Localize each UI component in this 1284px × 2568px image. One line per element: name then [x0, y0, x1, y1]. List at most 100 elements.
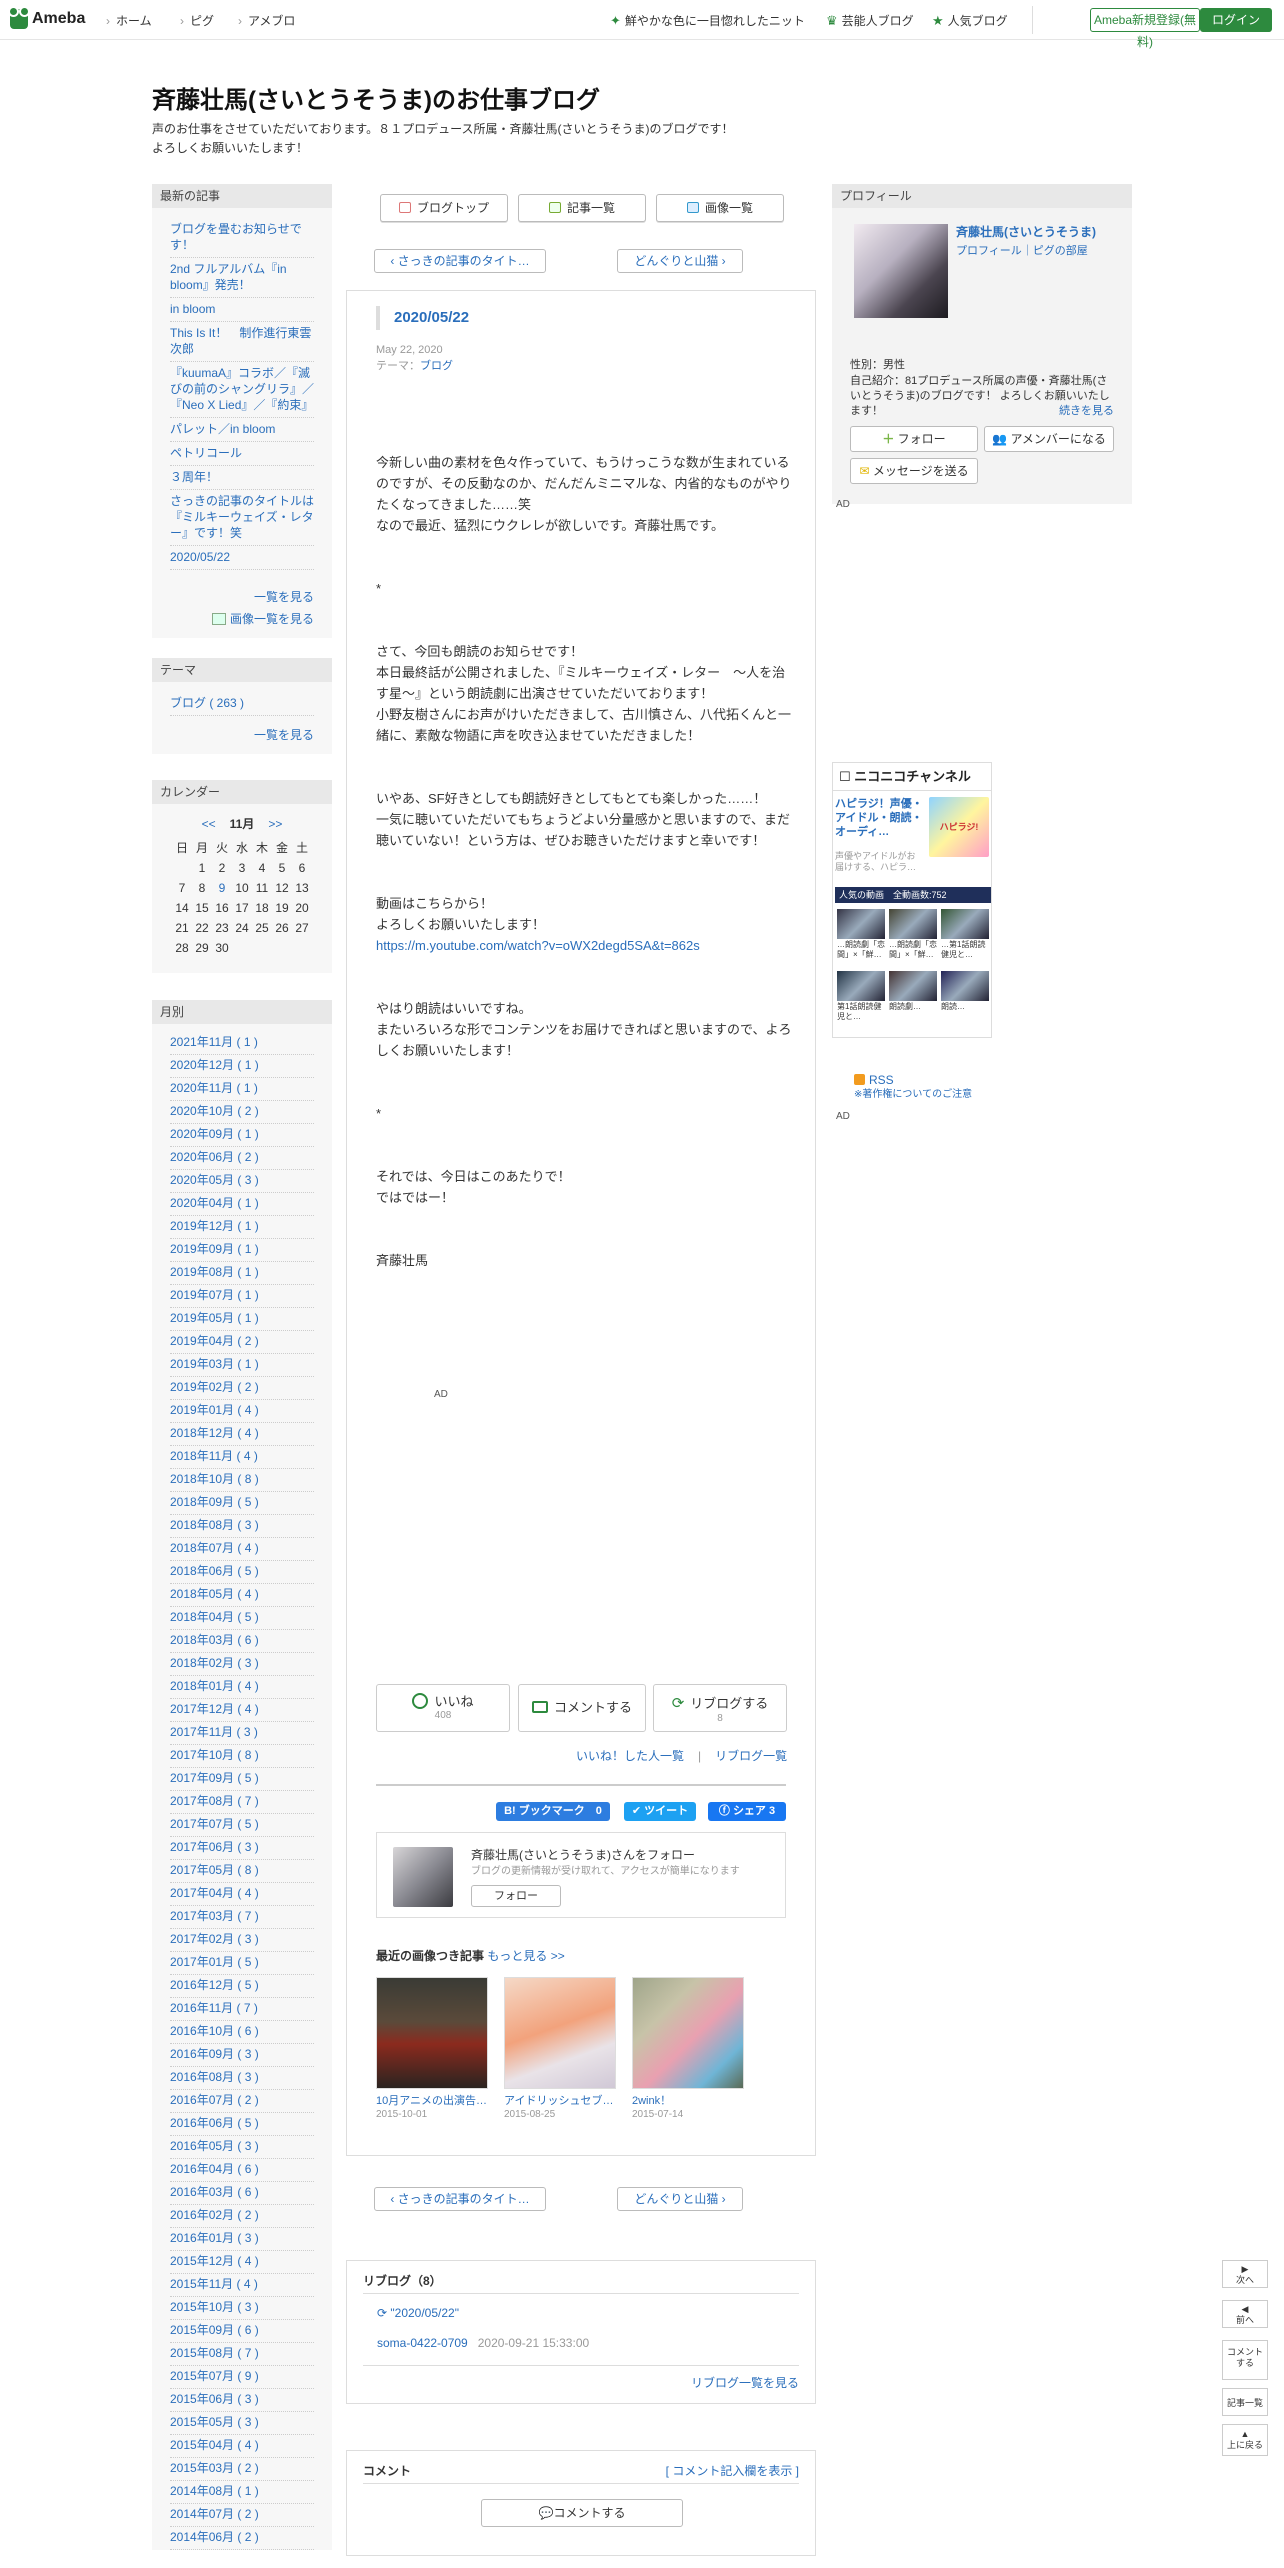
comment-submit-button[interactable]: 💬コメントする — [481, 2499, 683, 2527]
entry-theme-link[interactable]: ブログ — [420, 360, 453, 372]
recent-entry-link[interactable]: ペトリコール — [170, 442, 314, 466]
monthly-archive-link[interactable]: 2016年11月 ( 7 ) — [170, 1998, 314, 2021]
rss-link[interactable]: RSS — [854, 1072, 894, 1089]
nav-popular-blog[interactable]: ★ 人気ブログ — [932, 12, 1008, 30]
monthly-archive-link[interactable]: 2016年02月 ( 2 ) — [170, 2205, 314, 2228]
monthly-archive-link[interactable]: 2018年12月 ( 4 ) — [170, 1423, 314, 1446]
nav-ameblo[interactable]: › アメブロ — [238, 13, 295, 30]
recent-images-more-link[interactable]: もっと見る >> — [487, 1949, 564, 1963]
next-entry-button-bottom[interactable]: どんぐりと山猫 › — [617, 2187, 743, 2211]
recent-entry-link[interactable]: 2020/05/22 — [170, 546, 314, 570]
reblog-button[interactable]: ⟳ リブログする 8 — [653, 1684, 787, 1732]
monthly-archive-link[interactable]: 2018年03月 ( 6 ) — [170, 1630, 314, 1653]
comment-fixed-button[interactable]: コメントする — [1222, 2340, 1268, 2380]
recent-entry-link[interactable]: さっきの記事のタイトルは『ミルキーウェイズ・レター』です！笑 — [170, 490, 314, 546]
author-avatar[interactable] — [393, 1847, 453, 1907]
tab-blog-top[interactable]: ブログトップ — [380, 194, 508, 222]
comment-button[interactable]: コメントする — [518, 1684, 646, 1732]
monthly-archive-link[interactable]: 2014年06月 ( 2 ) — [170, 2527, 314, 2550]
nav-knit-link[interactable]: ✦ 鮮やかな色に一目惚れしたニット — [610, 12, 805, 30]
monthly-archive-link[interactable]: 2019年04月 ( 2 ) — [170, 1331, 314, 1354]
niconico-video-item[interactable]: …第1話朗読健児と… — [941, 909, 989, 960]
monthly-archive-link[interactable]: 2017年10月 ( 8 ) — [170, 1745, 314, 1768]
monthly-archive-link[interactable]: 2018年04月 ( 5 ) — [170, 1607, 314, 1630]
reblog-entry-link[interactable]: ⟳ "2020/05/22" — [377, 2305, 459, 2322]
monthly-archive-link[interactable]: 2020年11月 ( 1 ) — [170, 1078, 314, 1101]
entry-list-fixed-button[interactable]: 記事一覧 — [1222, 2388, 1268, 2416]
monthly-archive-link[interactable]: 2019年01月 ( 4 ) — [170, 1400, 314, 1423]
like-button[interactable]: いいね 408 — [376, 1684, 510, 1732]
niconico-video-item[interactable]: …朗読劇「恋間」×「鮮… — [837, 909, 885, 960]
niconico-brand[interactable]: ☐ ニコニコチャンネル — [833, 763, 991, 791]
profile-links[interactable]: プロフィール｜ピグの部屋 — [956, 244, 1088, 259]
calendar-day-linked[interactable]: 9 — [212, 879, 232, 899]
monthly-archive-link[interactable]: 2015年10月 ( 3 ) — [170, 2297, 314, 2320]
monthly-archive-link[interactable]: 2018年01月 ( 4 ) — [170, 1676, 314, 1699]
niconico-video-item[interactable]: 朗読劇… — [889, 971, 937, 1022]
monthly-archive-link[interactable]: 2018年06月 ( 5 ) — [170, 1561, 314, 1584]
profile-follow-button[interactable]: ＋ フォロー — [850, 426, 978, 452]
monthly-archive-link[interactable]: 2016年10月 ( 6 ) — [170, 2021, 314, 2044]
monthly-archive-link[interactable]: 2020年05月 ( 3 ) — [170, 1170, 314, 1193]
monthly-archive-link[interactable]: 2017年09月 ( 5 ) — [170, 1768, 314, 1791]
monthly-archive-link[interactable]: 2016年04月 ( 6 ) — [170, 2159, 314, 2182]
recent-entry-link[interactable]: ３周年！ — [170, 466, 314, 490]
monthly-archive-link[interactable]: 2019年07月 ( 1 ) — [170, 1285, 314, 1308]
calendar-prev[interactable]: << — [202, 817, 216, 831]
send-message-button[interactable]: ✉ メッセージを送る — [850, 458, 978, 484]
follow-button[interactable]: フォロー — [471, 1885, 561, 1907]
monthly-archive-link[interactable]: 2016年06月 ( 5 ) — [170, 2113, 314, 2136]
monthly-archive-link[interactable]: 2017年02月 ( 3 ) — [170, 1929, 314, 1952]
recent-entry-link[interactable]: This Is It！ 制作進行東雲次郎 — [170, 322, 314, 362]
login-button[interactable]: ログイン — [1200, 8, 1272, 32]
niconico-channel-thumb[interactable]: ハピラジ! — [929, 797, 989, 857]
monthly-archive-link[interactable]: 2017年05月 ( 8 ) — [170, 1860, 314, 1883]
recent-image-thumb[interactable] — [376, 1977, 488, 2089]
tab-image-list[interactable]: 画像一覧 — [656, 194, 784, 222]
nav-home[interactable]: › ホーム — [106, 13, 152, 30]
monthly-archive-link[interactable]: 2019年09月 ( 1 ) — [170, 1239, 314, 1262]
next-fixed-button[interactable]: ▶ 次へ — [1222, 2260, 1268, 2288]
amember-button[interactable]: 👥 アメンバーになる — [984, 426, 1114, 452]
reblog-more-link[interactable]: リブログ一覧を見る — [691, 2375, 799, 2392]
niconico-video-item[interactable]: 朗読… — [941, 971, 989, 1022]
monthly-archive-link[interactable]: 2018年07月 ( 4 ) — [170, 1538, 314, 1561]
monthly-archive-link[interactable]: 2019年02月 ( 2 ) — [170, 1377, 314, 1400]
niconico-headline[interactable]: ハピラジ！声優・アイドル・朗読・オーディ… — [835, 797, 923, 839]
tweet-button[interactable]: ✔ ツイート — [624, 1802, 696, 1821]
monthly-archive-link[interactable]: 2014年07月 ( 2 ) — [170, 2504, 314, 2527]
monthly-archive-link[interactable]: 2018年08月 ( 3 ) — [170, 1515, 314, 1538]
tab-entry-list[interactable]: 記事一覧 — [518, 194, 646, 222]
blog-title[interactable]: 斉藤壮馬(さいとうそうま)のお仕事ブログ — [152, 84, 600, 118]
monthly-archive-link[interactable]: 2020年10月 ( 2 ) — [170, 1101, 314, 1124]
profile-more-link[interactable]: 続きを見る — [1059, 404, 1114, 419]
reblog-list-link[interactable]: リブログ一覧 — [715, 1749, 787, 1763]
monthly-archive-link[interactable]: 2016年01月 ( 3 ) — [170, 2228, 314, 2251]
monthly-archive-link[interactable]: 2016年05月 ( 3 ) — [170, 2136, 314, 2159]
profile-avatar[interactable] — [854, 224, 948, 318]
theme-blog-link[interactable]: ブログ ( 263 ) — [170, 692, 314, 716]
monthly-archive-link[interactable]: 2020年04月 ( 1 ) — [170, 1193, 314, 1216]
monthly-archive-link[interactable]: 2019年03月 ( 1 ) — [170, 1354, 314, 1377]
monthly-archive-link[interactable]: 2017年04月 ( 4 ) — [170, 1883, 314, 1906]
monthly-archive-link[interactable]: 2016年07月 ( 2 ) — [170, 2090, 314, 2113]
recent-entry-link[interactable]: 『kuumaA』コラボ／『滅びの前のシャングリラ』／『Neo X Lied』／『… — [170, 362, 314, 418]
monthly-archive-link[interactable]: 2018年09月 ( 5 ) — [170, 1492, 314, 1515]
monthly-archive-link[interactable]: 2015年09月 ( 6 ) — [170, 2320, 314, 2343]
back-to-top-button[interactable]: ▲ 上に戻る — [1222, 2424, 1268, 2456]
monthly-archive-link[interactable]: 2014年08月 ( 1 ) — [170, 2481, 314, 2504]
monthly-archive-link[interactable]: 2015年05月 ( 3 ) — [170, 2412, 314, 2435]
prev-entry-button[interactable]: ‹ さっきの記事のタイト… — [374, 249, 546, 273]
prev-entry-button-bottom[interactable]: ‹ さっきの記事のタイト… — [374, 2187, 546, 2211]
niconico-video-item[interactable]: 第1話朗読健児と… — [837, 971, 885, 1022]
recent-image-thumb[interactable] — [504, 1977, 616, 2089]
monthly-archive-link[interactable]: 2019年12月 ( 1 ) — [170, 1216, 314, 1239]
recent-more-list-link[interactable]: 一覧を見る — [170, 584, 314, 606]
monthly-archive-link[interactable]: 2017年01月 ( 5 ) — [170, 1952, 314, 1975]
monthly-archive-link[interactable]: 2016年08月 ( 3 ) — [170, 2067, 314, 2090]
copyright-notice-link[interactable]: ※著作権についてのご注意 — [854, 1088, 972, 1102]
monthly-archive-link[interactable]: 2021年11月 ( 1 ) — [170, 1032, 314, 1055]
monthly-archive-link[interactable]: 2017年06月 ( 3 ) — [170, 1837, 314, 1860]
monthly-archive-link[interactable]: 2017年12月 ( 4 ) — [170, 1699, 314, 1722]
monthly-archive-link[interactable]: 2015年12月 ( 4 ) — [170, 2251, 314, 2274]
